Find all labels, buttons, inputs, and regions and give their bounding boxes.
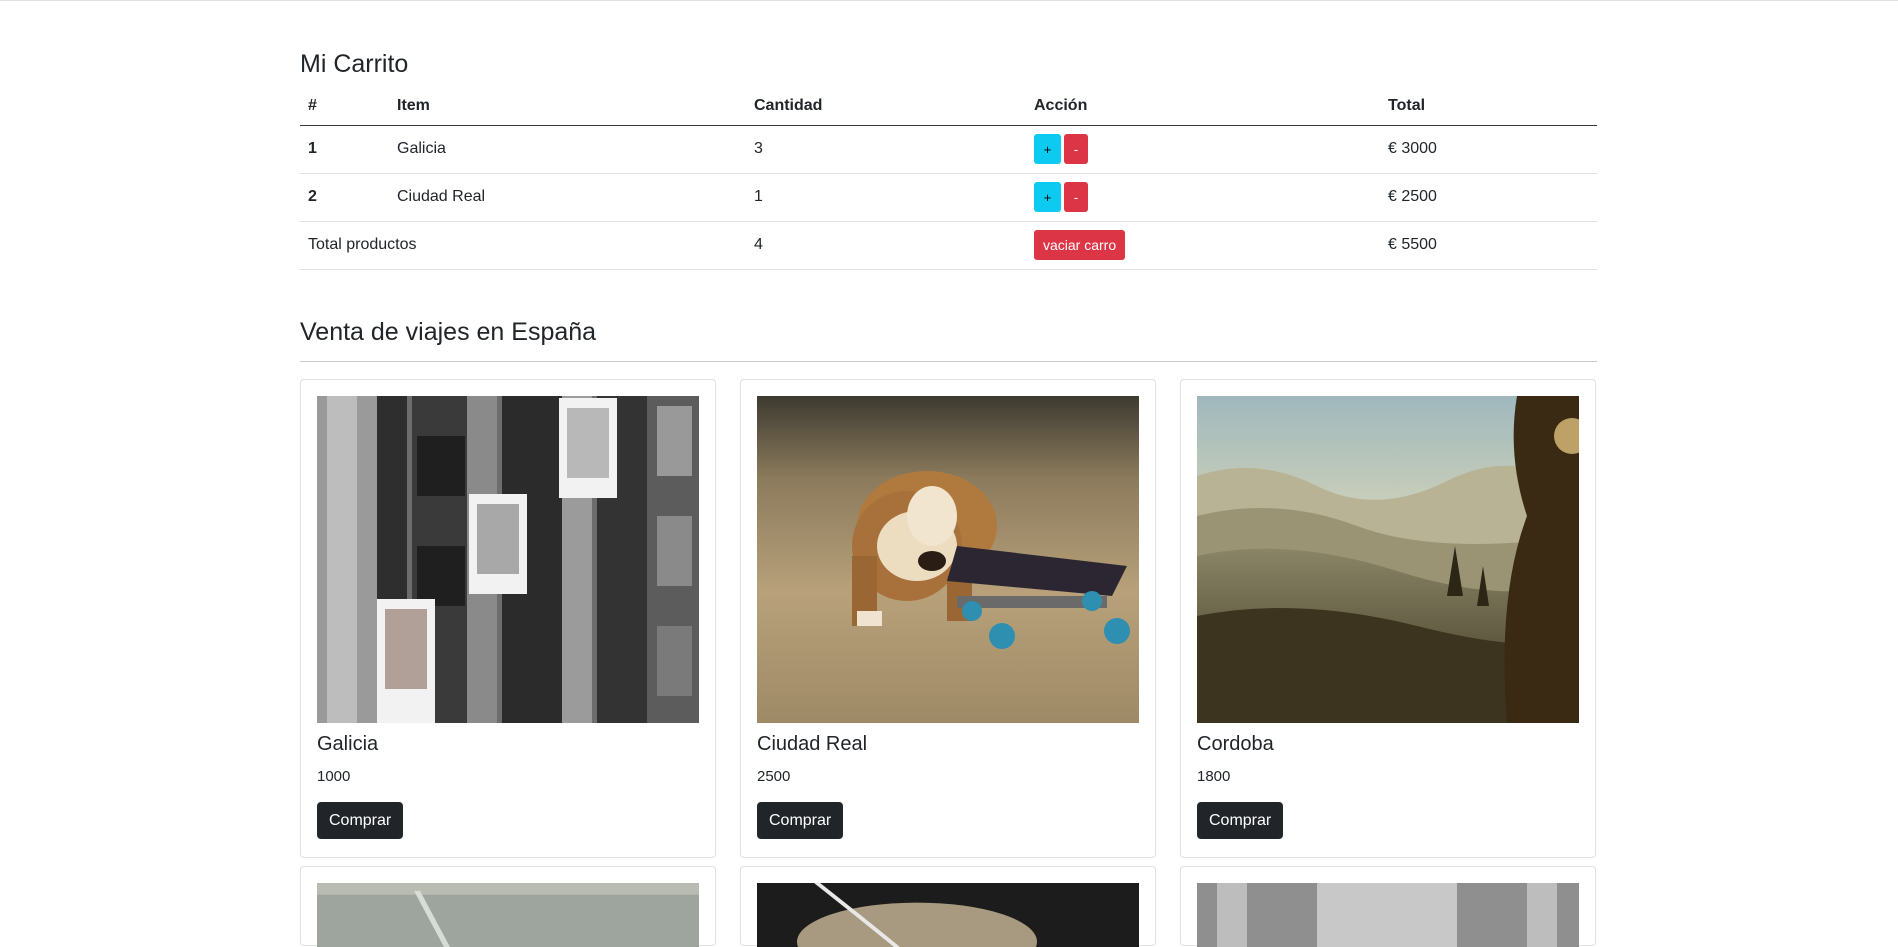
product-price: 2500 <box>757 768 791 785</box>
product-card: Ciudad Real 2500 Comprar <box>740 379 1156 858</box>
header-item: Item <box>389 88 746 126</box>
row-item: Ciudad Real <box>389 173 746 222</box>
header-action: Acción <box>1026 88 1380 126</box>
cart-title: Mi Carrito <box>300 50 409 78</box>
cart-header-row: # Item Cantidad Acción Total <box>300 88 1597 126</box>
product-name: Ciudad Real <box>757 733 868 755</box>
grand-total: € 5500 <box>1380 220 1597 270</box>
increase-button[interactable]: + <box>1034 134 1061 164</box>
increase-button[interactable]: + <box>1034 182 1061 212</box>
product-image <box>757 396 1139 723</box>
row-total: € 3000 <box>1380 125 1597 174</box>
row-quantity: 1 <box>746 173 1026 222</box>
header-total: Total <box>1380 88 1597 126</box>
product-image <box>317 883 699 947</box>
row-item: Galicia <box>389 125 746 174</box>
buy-button[interactable]: Comprar <box>1197 802 1284 839</box>
product-name: Cordoba <box>1197 733 1274 755</box>
product-image <box>317 396 699 723</box>
product-card <box>1180 866 1596 947</box>
product-image <box>1197 396 1579 723</box>
row-number: 2 <box>300 173 389 222</box>
row-actions: + - <box>1026 125 1380 174</box>
header-number: # <box>300 88 389 126</box>
total-products-label: Total productos <box>300 220 746 270</box>
product-image <box>1197 883 1579 947</box>
row-quantity: 3 <box>746 125 1026 174</box>
top-border <box>0 0 1898 1</box>
product-card <box>740 866 1156 947</box>
product-price: 1800 <box>1197 768 1231 785</box>
product-grid: Galicia 1000 Comprar Ciudad Real 2500 Co… <box>300 379 1597 947</box>
product-price: 1000 <box>317 768 351 785</box>
decrease-button[interactable]: - <box>1064 182 1088 212</box>
product-name: Galicia <box>317 733 379 755</box>
row-total: € 2500 <box>1380 173 1597 222</box>
cart-row: 1 Galicia 3 + - € 3000 <box>300 125 1597 174</box>
decrease-button[interactable]: - <box>1064 134 1088 164</box>
shop-title: Venta de viajes en España <box>300 318 597 346</box>
product-card: Galicia 1000 Comprar <box>300 379 716 858</box>
buy-button[interactable]: Comprar <box>757 802 844 839</box>
row-number: 1 <box>300 125 389 174</box>
divider <box>300 361 1597 362</box>
footer-actions: vaciar carro <box>1026 220 1380 270</box>
cart-row: 2 Ciudad Real 1 + - € 2500 <box>300 173 1597 222</box>
total-quantity: 4 <box>746 220 1026 270</box>
cart-footer-row: Total productos 4 vaciar carro € 5500 <box>300 220 1597 270</box>
product-image <box>757 883 1139 947</box>
row-actions: + - <box>1026 173 1380 222</box>
header-quantity: Cantidad <box>746 88 1026 126</box>
product-card <box>300 866 716 947</box>
buy-button[interactable]: Comprar <box>317 802 404 839</box>
product-card: Cordoba 1800 Comprar <box>1180 379 1596 858</box>
cart-table: # Item Cantidad Acción Total 1 Galicia 3… <box>300 88 1597 270</box>
empty-cart-button[interactable]: vaciar carro <box>1034 230 1126 260</box>
